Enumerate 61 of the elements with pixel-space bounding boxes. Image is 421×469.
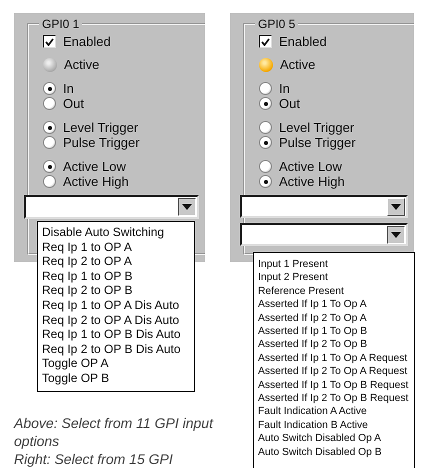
radio-button[interactable] (43, 136, 56, 149)
dropdown-option[interactable]: Auto Switch Disabled Op B (258, 446, 414, 460)
dropdown-option[interactable]: Asserted If Ip 1 To Op A Request (258, 352, 414, 366)
radio-button[interactable] (259, 136, 272, 149)
dropdown[interactable] (240, 223, 408, 246)
radio-button[interactable] (43, 97, 56, 110)
radio-label: Active High (63, 174, 129, 189)
led-label: Active (64, 57, 100, 72)
radio-button[interactable] (43, 175, 56, 188)
dropdown-option[interactable]: Input 1 Present (258, 258, 414, 272)
caption-text: Above: Select from 11 GPI input options (14, 414, 214, 450)
dropdown-option[interactable]: Asserted If Ip 2 To Op B (258, 338, 414, 352)
checkbox[interactable] (43, 35, 56, 48)
dropdown-option[interactable]: Asserted If Ip 2 To Op B Request (258, 392, 414, 406)
dropdown-option[interactable]: Asserted If Ip 1 To Op B (258, 325, 414, 338)
radio-label: Out (63, 96, 84, 111)
dropdown-option[interactable]: Fault Indication B Active (258, 418, 414, 432)
dropdown-option[interactable]: Req Ip 2 to OP A (42, 254, 194, 269)
radio-button[interactable] (259, 121, 272, 134)
dropdown-option[interactable]: Req Ip 1 to OP B (42, 268, 194, 284)
dropdown-option[interactable]: Req Ip 1 to OP A (42, 240, 194, 254)
dropdown[interactable] (24, 195, 199, 219)
dropdown-option[interactable]: Asserted If Ip 1 To Op B Request (258, 378, 414, 392)
checkbox-label: Enabled (279, 34, 327, 49)
radio-button[interactable] (43, 160, 56, 173)
radio-label: Active Low (279, 159, 342, 174)
radio-button[interactable] (43, 82, 56, 95)
dropdown-option[interactable]: Req Ip 2 to OP B Dis Auto (42, 342, 194, 356)
radio-label: Out (279, 96, 300, 111)
checkbox[interactable] (259, 35, 272, 48)
dropdown-option[interactable]: Req Ip 2 to OP A Dis Auto (42, 312, 194, 328)
dropdown-option[interactable]: Req Ip 2 to OP B (42, 283, 194, 298)
radio-button[interactable] (259, 160, 272, 173)
radio-label: In (63, 81, 74, 96)
dropdown-option[interactable]: Asserted If Ip 2 To Op A Request (258, 365, 414, 379)
radio-button[interactable] (259, 82, 272, 95)
radio-button[interactable] (43, 121, 56, 134)
radio-label: Level Trigger (63, 120, 138, 135)
checkbox-label: Enabled (63, 34, 111, 49)
caption-text: Right: Select from 15 GPI (14, 450, 174, 468)
dropdown-option[interactable]: Fault Indication A Active (258, 405, 414, 419)
radio-label: In (279, 81, 290, 96)
dropdown[interactable] (240, 195, 408, 218)
radio-label: Active Low (63, 159, 126, 174)
radio-label: Active High (279, 174, 345, 189)
dropdown-option[interactable]: Reference Present (258, 284, 414, 298)
dropdown-option[interactable]: Asserted If Ip 2 To Op A (258, 312, 414, 326)
dropdown-option[interactable]: Input 2 Present (258, 271, 414, 285)
dropdown-option[interactable]: Asserted If Ip 1 To Op A (258, 298, 414, 312)
radio-label: Pulse Trigger (279, 135, 356, 150)
dropdown-option[interactable]: Toggle OP A (42, 356, 194, 371)
dropdown-option[interactable]: Auto Switch Disabled Op A (258, 432, 414, 446)
dropdown-option[interactable]: Toggle OP B (42, 370, 194, 386)
dropdown-option[interactable]: Disable Auto Switching (42, 225, 194, 240)
dropdown-option[interactable]: Req Ip 1 to OP A Dis Auto (42, 298, 194, 313)
dropdown-option[interactable]: Req Ip 1 to OP B Dis Auto (42, 327, 194, 342)
led-label: Active (280, 57, 316, 72)
radio-label: Level Trigger (279, 120, 354, 135)
radio-button[interactable] (259, 175, 272, 188)
radio-button[interactable] (259, 97, 272, 110)
radio-label: Pulse Trigger (63, 135, 140, 150)
